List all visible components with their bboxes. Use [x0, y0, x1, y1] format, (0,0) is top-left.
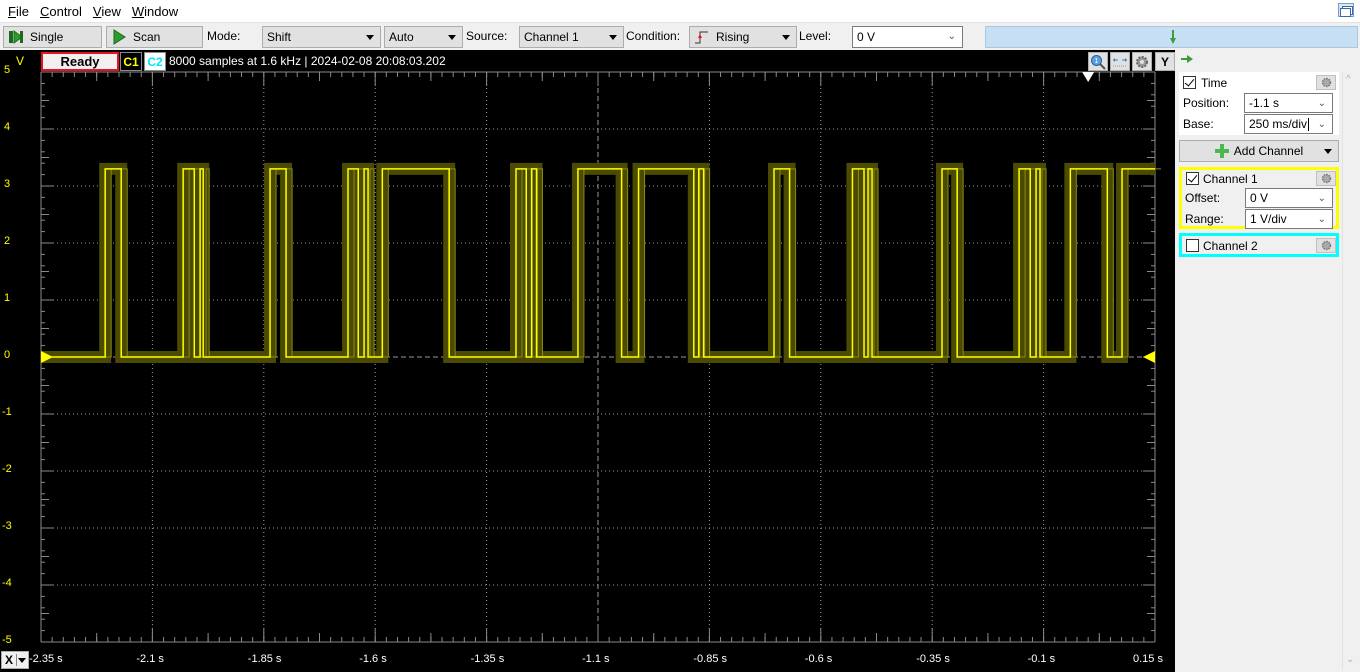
x-tick-label: -0.6 s	[804, 653, 833, 665]
acquisition-info: 8000 samples at 1.6 kHz | 2024-02-08 20:…	[169, 54, 446, 68]
y-axis-button[interactable]: Y	[1155, 52, 1175, 71]
svg-text:1: 1	[1095, 58, 1099, 65]
position-input[interactable]: -1.1 s ⌄	[1244, 93, 1333, 113]
channel2-label: Channel 2	[1203, 239, 1258, 253]
channel1-group: Channel 1 Offset: 0 V ⌄ Range: 1 V/div ⌄	[1179, 167, 1339, 229]
x-tick-label: -0.1 s	[1027, 653, 1056, 665]
channel1-label: Channel 1	[1203, 172, 1258, 186]
gear-icon	[1136, 55, 1148, 68]
y-tick-label: -2	[2, 463, 12, 475]
x-tick-label: -1.35 s	[470, 653, 505, 665]
magnifier-icon: 1	[1091, 54, 1106, 70]
fit-horizontal-button[interactable]	[1110, 52, 1130, 71]
x-tick-label: -0.35 s	[916, 653, 950, 665]
x-tick-label: 0.15 s	[1133, 653, 1163, 665]
channel2-group: Channel 2	[1179, 233, 1339, 257]
y-tick-label: -3	[2, 520, 12, 532]
y-tick-label: -5	[2, 634, 12, 646]
y-tick-label: 1	[4, 292, 11, 304]
y-unit-label: V	[16, 54, 25, 68]
y-tick-label: 4	[4, 121, 11, 133]
x-tick-label: -2.1 s	[136, 653, 164, 665]
channel2-checkbox[interactable]	[1186, 239, 1199, 252]
time-label: Time	[1201, 76, 1228, 90]
time-group: Time Position: -1.1 s ⌄ Base: 250 ms/div…	[1179, 72, 1339, 135]
x-tick-label: -2.35 s	[29, 653, 63, 665]
x-tick-label: -1.85 s	[247, 653, 282, 665]
x-tick-label: -1.1 s	[582, 653, 610, 665]
channel1-settings-button[interactable]	[1316, 171, 1336, 186]
add-channel-button[interactable]: Add Channel	[1179, 140, 1339, 162]
y-tick-label: 3	[4, 178, 11, 190]
plot-settings-button[interactable]	[1132, 52, 1152, 71]
scroll-down-icon[interactable]: ⌄	[1346, 654, 1354, 665]
channel1-echo-trace	[47, 168, 1161, 358]
trigger-level-marker-right	[1143, 351, 1155, 363]
x-tick-label: -1.6 s	[359, 653, 387, 665]
waveform-plot[interactable]	[0, 0, 1175, 672]
position-label: Position:	[1183, 96, 1230, 110]
chevron-down-icon	[1324, 149, 1332, 154]
text-cursor	[1308, 117, 1310, 131]
panel-scrollbar[interactable]: ^ ⌄	[1342, 72, 1359, 670]
base-label: Base:	[1183, 117, 1214, 131]
range-label: Range:	[1185, 212, 1224, 226]
zoom-button[interactable]: 1	[1088, 52, 1108, 71]
scroll-up-icon[interactable]: ^	[1346, 74, 1351, 85]
settings-panel: Time Position: -1.1 s ⌄ Base: 250 ms/div…	[1175, 50, 1360, 672]
horizontal-fit-icon	[1113, 57, 1127, 66]
x-tick-label: -0.85 s	[693, 653, 728, 665]
status-badge: Ready	[41, 52, 119, 71]
channel2-chip[interactable]: C2	[144, 52, 166, 71]
y-tick-label: -1	[2, 406, 12, 418]
gear-icon	[1321, 77, 1331, 88]
plus-icon	[1214, 144, 1229, 158]
channel1-checkbox[interactable]	[1186, 172, 1199, 185]
right-arrow-icon[interactable]	[1181, 55, 1193, 63]
gear-icon	[1321, 240, 1331, 251]
base-input[interactable]: 250 ms/div ⌄	[1244, 114, 1333, 134]
chevron-down-icon	[18, 658, 26, 663]
offset-label: Offset:	[1185, 191, 1221, 205]
restore-window-icon[interactable]	[1338, 3, 1354, 17]
gear-icon	[1321, 173, 1331, 184]
y-tick-label: 2	[4, 235, 11, 247]
channel1-chip[interactable]: C1	[120, 52, 142, 71]
offset-input[interactable]: 0 V ⌄	[1245, 188, 1333, 208]
y-tick-label: 5	[4, 64, 11, 76]
chevron-down-icon: ⌄	[1317, 119, 1326, 130]
range-input[interactable]: 1 V/div ⌄	[1245, 209, 1333, 229]
y-tick-label: -4	[2, 577, 12, 589]
chevron-down-icon: ⌄	[1317, 214, 1326, 225]
time-settings-button[interactable]	[1316, 75, 1336, 90]
x-axis-button[interactable]: X	[1, 651, 29, 669]
trigger-time-marker	[1082, 72, 1095, 82]
chevron-down-icon: ⌄	[1317, 193, 1326, 204]
y-tick-label: 0	[4, 349, 11, 361]
chevron-down-icon: ⌄	[1317, 98, 1326, 109]
channel2-settings-button[interactable]	[1316, 238, 1336, 253]
time-checkbox[interactable]	[1183, 76, 1196, 89]
